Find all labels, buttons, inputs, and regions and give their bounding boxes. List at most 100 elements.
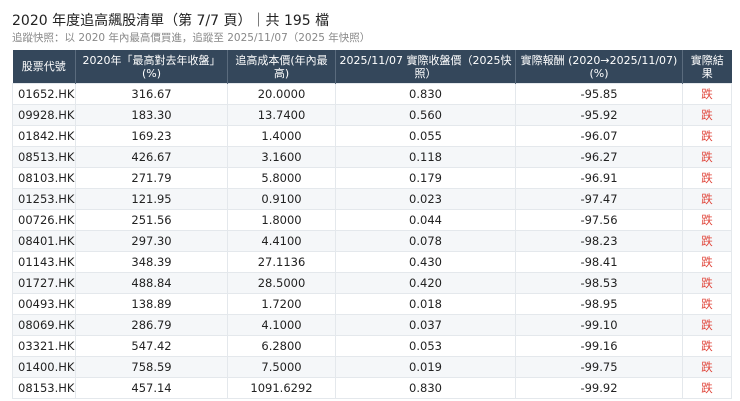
col-header-code: 股票代號	[12, 50, 76, 84]
max-gain-cell: 758.59	[75, 356, 228, 378]
cost-price-cell: 1.7200	[227, 293, 336, 315]
col-header-close: 2025/11/07 實際收盤價（2025快照）	[335, 50, 516, 84]
max-gain-cell: 138.89	[75, 293, 228, 315]
stock-code-cell: 08513.HK	[12, 146, 76, 168]
actual-return-cell: -95.92	[515, 104, 683, 126]
table-row: 01143.HK 348.39 27.1136 0.430 -98.41 跌	[12, 251, 732, 273]
max-gain-cell: 121.95	[75, 188, 228, 210]
table-row: 08401.HK 297.30 4.4100 0.078 -98.23 跌	[12, 230, 732, 252]
stock-code-cell: 09928.HK	[12, 104, 76, 126]
max-gain-cell: 488.84	[75, 272, 228, 294]
actual-return-cell: -98.95	[515, 293, 683, 315]
stock-code-cell: 01652.HK	[12, 83, 76, 105]
actual-return-cell: -97.56	[515, 209, 683, 231]
close-price-cell: 0.118	[335, 146, 516, 168]
col-header-result: 實際結果	[682, 50, 732, 84]
actual-return-cell: -99.10	[515, 314, 683, 336]
max-gain-cell: 183.30	[75, 104, 228, 126]
result-cell: 跌	[682, 314, 732, 336]
cost-price-cell: 4.4100	[227, 230, 336, 252]
result-cell: 跌	[682, 377, 732, 399]
table-row: 01253.HK 121.95 0.9100 0.023 -97.47 跌	[12, 188, 732, 210]
stock-code-cell: 00493.HK	[12, 293, 76, 315]
cost-price-cell: 27.1136	[227, 251, 336, 273]
result-cell: 跌	[682, 356, 732, 378]
result-cell: 跌	[682, 104, 732, 126]
result-cell: 跌	[682, 125, 732, 147]
result-cell: 跌	[682, 293, 732, 315]
col-header-cost: 追高成本價(年內最高)	[227, 50, 336, 84]
cost-price-cell: 3.1600	[227, 146, 336, 168]
cost-price-cell: 6.2800	[227, 335, 336, 357]
table-row: 01400.HK 758.59 7.5000 0.019 -99.75 跌	[12, 356, 732, 378]
stock-code-cell: 00726.HK	[12, 209, 76, 231]
table-row: 09928.HK 183.30 13.7400 0.560 -95.92 跌	[12, 104, 732, 126]
close-price-cell: 0.560	[335, 104, 516, 126]
stock-code-cell: 03321.HK	[12, 335, 76, 357]
max-gain-cell: 297.30	[75, 230, 228, 252]
stock-code-cell: 01143.HK	[12, 251, 76, 273]
result-cell: 跌	[682, 251, 732, 273]
close-price-cell: 0.179	[335, 167, 516, 189]
max-gain-cell: 426.67	[75, 146, 228, 168]
stock-code-cell: 08103.HK	[12, 167, 76, 189]
close-price-cell: 0.018	[335, 293, 516, 315]
actual-return-cell: -97.47	[515, 188, 683, 210]
actual-return-cell: -98.53	[515, 272, 683, 294]
cost-price-cell: 4.1000	[227, 314, 336, 336]
table-row: 01842.HK 169.23 1.4000 0.055 -96.07 跌	[12, 125, 732, 147]
close-price-cell: 0.019	[335, 356, 516, 378]
stock-code-cell: 01253.HK	[12, 188, 76, 210]
result-cell: 跌	[682, 335, 732, 357]
result-cell: 跌	[682, 209, 732, 231]
actual-return-cell: -95.85	[515, 83, 683, 105]
cost-price-cell: 1.4000	[227, 125, 336, 147]
stock-code-cell: 01400.HK	[12, 356, 76, 378]
cost-price-cell: 5.8000	[227, 167, 336, 189]
table-row: 08513.HK 426.67 3.1600 0.118 -96.27 跌	[12, 146, 732, 168]
cost-price-cell: 20.0000	[227, 83, 336, 105]
actual-return-cell: -98.41	[515, 251, 683, 273]
table-row: 01727.HK 488.84 28.5000 0.420 -98.53 跌	[12, 272, 732, 294]
table-row: 01652.HK 316.67 20.0000 0.830 -95.85 跌	[12, 83, 732, 105]
table-row: 08103.HK 271.79 5.8000 0.179 -96.91 跌	[12, 167, 732, 189]
max-gain-cell: 457.14	[75, 377, 228, 399]
close-price-cell: 0.044	[335, 209, 516, 231]
close-price-cell: 0.830	[335, 377, 516, 399]
result-cell: 跌	[682, 230, 732, 252]
result-cell: 跌	[682, 272, 732, 294]
result-cell: 跌	[682, 188, 732, 210]
max-gain-cell: 348.39	[75, 251, 228, 273]
cost-price-cell: 1.8000	[227, 209, 336, 231]
actual-return-cell: -96.07	[515, 125, 683, 147]
table-row: 00493.HK 138.89 1.7200 0.018 -98.95 跌	[12, 293, 732, 315]
actual-return-cell: -99.16	[515, 335, 683, 357]
result-cell: 跌	[682, 83, 732, 105]
actual-return-cell: -99.75	[515, 356, 683, 378]
actual-return-cell: -96.27	[515, 146, 683, 168]
close-price-cell: 0.023	[335, 188, 516, 210]
actual-return-cell: -98.23	[515, 230, 683, 252]
cost-price-cell: 13.7400	[227, 104, 336, 126]
col-header-return: 實際報酬 (2020→2025/11/07) (%)	[515, 50, 683, 84]
close-price-cell: 0.055	[335, 125, 516, 147]
stock-code-cell: 08153.HK	[12, 377, 76, 399]
table-row: 00726.HK 251.56 1.8000 0.044 -97.56 跌	[12, 209, 732, 231]
page-title: 2020 年度追高飆股清單（第 7/7 頁）｜共 195 檔	[12, 13, 330, 29]
table-row: 08069.HK 286.79 4.1000 0.037 -99.10 跌	[12, 314, 732, 336]
close-price-cell: 0.830	[335, 83, 516, 105]
cost-price-cell: 0.9100	[227, 188, 336, 210]
stock-code-cell: 08401.HK	[12, 230, 76, 252]
max-gain-cell: 547.42	[75, 335, 228, 357]
cost-price-cell: 1091.6292	[227, 377, 336, 399]
cost-price-cell: 28.5000	[227, 272, 336, 294]
result-cell: 跌	[682, 167, 732, 189]
close-price-cell: 0.053	[335, 335, 516, 357]
max-gain-cell: 286.79	[75, 314, 228, 336]
col-header-max-gain: 2020年「最高對去年收盤」(%)	[75, 50, 228, 84]
close-price-cell: 0.037	[335, 314, 516, 336]
max-gain-cell: 169.23	[75, 125, 228, 147]
close-price-cell: 0.420	[335, 272, 516, 294]
table-row: 03321.HK 547.42 6.2800 0.053 -99.16 跌	[12, 335, 732, 357]
table-row: 08153.HK 457.14 1091.6292 0.830 -99.92 跌	[12, 377, 732, 399]
